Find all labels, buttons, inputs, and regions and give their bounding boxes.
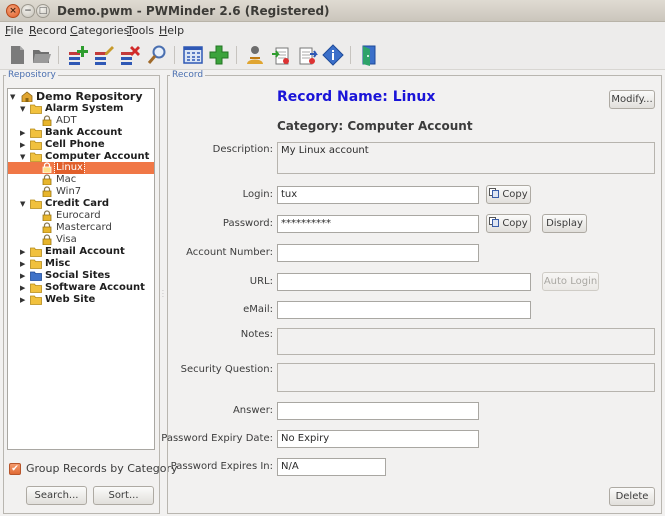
add-record-plus-icon[interactable]	[208, 44, 230, 66]
info-diamond-icon[interactable]	[322, 44, 344, 66]
folder-icon	[30, 199, 42, 209]
record-legend: Record	[172, 70, 204, 80]
description-label: Description:	[212, 144, 273, 155]
password-expires-in-field[interactable]: N/A	[277, 458, 386, 476]
password-label: Password:	[222, 218, 273, 229]
repository-house-icon	[21, 91, 33, 102]
maximize-window-button[interactable]: □	[36, 4, 50, 18]
notes-label: Notes:	[240, 329, 273, 340]
user-key-icon[interactable]	[244, 44, 266, 66]
expand-arrow-icon[interactable]: ▼	[20, 198, 25, 210]
modify-button[interactable]: Modify...	[609, 90, 655, 109]
export-records-icon[interactable]	[296, 44, 318, 66]
group-by-category-checkbox[interactable]: ✔	[9, 463, 21, 475]
copy-password-button[interactable]: Copy	[486, 214, 531, 233]
collapse-arrow-icon[interactable]: ▶	[20, 127, 25, 139]
delete-button[interactable]: Delete	[609, 487, 655, 506]
close-window-button[interactable]: ×	[6, 4, 20, 18]
folder-icon	[30, 140, 42, 150]
sort-button[interactable]: Sort...	[93, 486, 154, 505]
search-button[interactable]: Search...	[26, 486, 87, 505]
menu-file[interactable]: File	[5, 24, 23, 37]
title-bar: × − □ Demo.pwm - PWMinder 2.6 (Registere…	[0, 0, 665, 22]
menu-help[interactable]: Help	[159, 24, 184, 37]
lock-icon	[42, 234, 52, 245]
splitter-handle[interactable]: · · ·	[162, 289, 164, 301]
notes-field	[277, 328, 655, 355]
login-label: Login:	[242, 189, 273, 200]
email-label: eMail:	[243, 304, 273, 315]
folder-icon	[30, 295, 42, 305]
folder-icon	[30, 247, 42, 257]
folder-icon	[30, 128, 42, 138]
password-expiry-date-label: Password Expiry Date:	[161, 433, 273, 444]
minimize-window-button[interactable]: −	[21, 4, 35, 18]
copy-icon	[489, 188, 500, 198]
security-question-field	[277, 363, 655, 392]
url-label: URL:	[249, 276, 273, 287]
expand-arrow-icon[interactable]: ▼	[20, 103, 25, 115]
lock-icon	[42, 174, 52, 185]
menu-record[interactable]: Record	[29, 24, 67, 37]
view-grid-icon[interactable]	[182, 44, 204, 66]
collapse-arrow-icon[interactable]: ▶	[20, 294, 25, 306]
login-field[interactable]: tux	[277, 186, 479, 204]
folder-icon	[30, 283, 42, 293]
password-field[interactable]: **********	[277, 215, 479, 233]
record-category-title: Category: Computer Account	[277, 119, 473, 133]
folder-icon	[30, 104, 42, 114]
expand-arrow-icon[interactable]: ▼	[10, 91, 15, 103]
new-file-icon[interactable]	[6, 44, 28, 66]
record-name-title: Record Name: Linux	[277, 89, 436, 105]
import-records-icon[interactable]	[270, 44, 292, 66]
copy-icon	[489, 217, 500, 227]
collapse-arrow-icon[interactable]: ▶	[20, 270, 25, 282]
lock-icon	[42, 210, 52, 221]
repository-tree[interactable]: ▼ Demo Repository ▼ Alarm System ADT ▶ B…	[7, 88, 155, 450]
account-number-field[interactable]	[277, 244, 479, 262]
window-title: Demo.pwm - PWMinder 2.6 (Registered)	[57, 4, 330, 18]
account-number-label: Account Number:	[186, 247, 273, 258]
url-field[interactable]	[277, 273, 531, 291]
blue-folder-icon	[30, 271, 42, 281]
password-expiry-date-field[interactable]: No Expiry	[277, 430, 479, 448]
display-password-button[interactable]: Display	[542, 214, 587, 233]
copy-login-button[interactable]: Copy	[486, 185, 531, 204]
edit-category-icon[interactable]	[92, 44, 114, 66]
lock-icon	[42, 186, 52, 197]
toolbar	[0, 40, 665, 70]
open-folder-icon[interactable]	[30, 44, 52, 66]
menu-tools[interactable]: Tools	[127, 24, 154, 37]
exit-door-icon[interactable]	[358, 44, 380, 66]
menu-bar: File Record Categories Tools Help	[0, 22, 665, 40]
lock-icon	[42, 162, 52, 173]
repository-legend: Repository	[8, 70, 56, 80]
menu-categories[interactable]: Categories	[70, 24, 129, 37]
folder-icon	[30, 152, 42, 162]
add-category-icon[interactable]	[66, 44, 88, 66]
auto-login-button[interactable]: Auto Login	[542, 272, 599, 291]
folder-icon	[30, 259, 42, 269]
find-magnifier-icon[interactable]	[146, 44, 168, 66]
lock-icon	[42, 222, 52, 233]
delete-category-icon[interactable]	[118, 44, 140, 66]
email-field[interactable]	[277, 301, 531, 319]
security-question-label: Security Question:	[180, 364, 273, 375]
collapse-arrow-icon[interactable]: ▶	[20, 258, 25, 270]
collapse-arrow-icon[interactable]: ▶	[20, 139, 25, 151]
description-field: My Linux account	[277, 142, 655, 174]
collapse-arrow-icon[interactable]: ▶	[20, 282, 25, 294]
lock-icon	[42, 115, 52, 126]
collapse-arrow-icon[interactable]: ▶	[20, 246, 25, 258]
password-expires-in-label: Password Expires In:	[170, 461, 273, 472]
answer-field[interactable]	[277, 402, 479, 420]
answer-label: Answer:	[232, 405, 273, 416]
